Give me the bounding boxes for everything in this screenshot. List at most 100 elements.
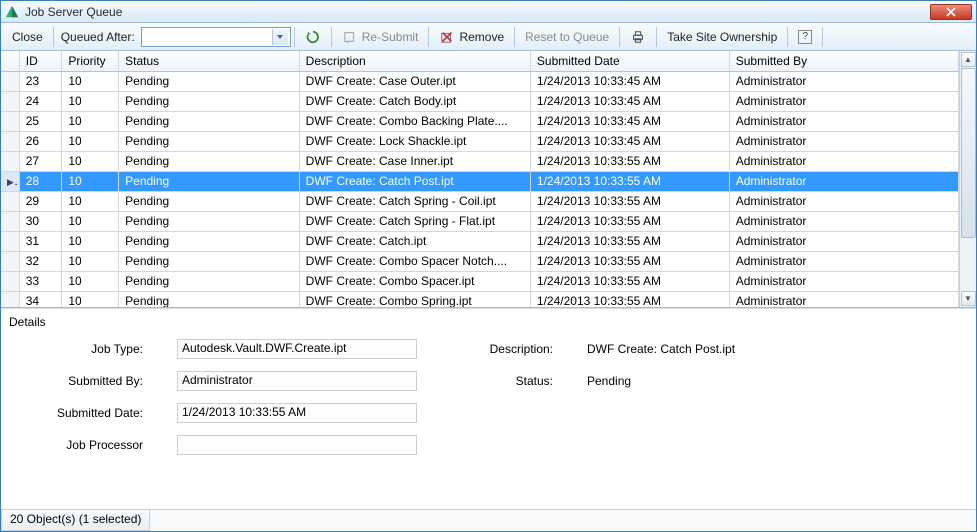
print-button[interactable] (623, 26, 653, 48)
row-indicator (1, 71, 19, 91)
job-processor-label: Job Processor (17, 438, 147, 452)
cell-id: 27 (19, 151, 62, 171)
refresh-button[interactable] (298, 26, 328, 48)
col-submitted-by[interactable]: Submitted By (729, 51, 958, 71)
cell-by: Administrator (729, 271, 958, 291)
scroll-thumb[interactable] (961, 68, 976, 238)
cell-priority: 10 (62, 111, 119, 131)
cell-by: Administrator (729, 131, 958, 151)
table-row[interactable]: 2310PendingDWF Create: Case Outer.ipt1/2… (1, 71, 959, 91)
take-ownership-label: Take Site Ownership (667, 30, 777, 44)
cell-id: 31 (19, 231, 62, 251)
titlebar: Job Server Queue (1, 1, 976, 23)
separator (619, 27, 620, 47)
cell-priority: 10 (62, 271, 119, 291)
details-heading: Details (9, 315, 968, 329)
cell-by: Administrator (729, 171, 958, 191)
cell-by: Administrator (729, 231, 958, 251)
row-indicator (1, 271, 19, 291)
window-title: Job Server Queue (25, 5, 122, 19)
cell-desc: DWF Create: Catch Body.ipt (299, 91, 530, 111)
status-value: Pending (587, 374, 847, 388)
remove-icon (439, 29, 455, 45)
details-panel: Details Job Type: Autodesk.Vault.DWF.Cre… (1, 308, 976, 509)
table-row[interactable]: 2910PendingDWF Create: Catch Spring - Co… (1, 191, 959, 211)
queued-after-dropdown[interactable] (141, 27, 291, 47)
cell-desc: DWF Create: Combo Spring.ipt (299, 291, 530, 307)
table-row[interactable]: 2410PendingDWF Create: Catch Body.ipt1/2… (1, 91, 959, 111)
separator (787, 27, 788, 47)
table-row[interactable]: 3210PendingDWF Create: Combo Spacer Notc… (1, 251, 959, 271)
table-row[interactable]: 2610PendingDWF Create: Lock Shackle.ipt1… (1, 131, 959, 151)
cell-date: 1/24/2013 10:33:45 AM (530, 111, 729, 131)
cell-date: 1/24/2013 10:33:45 AM (530, 131, 729, 151)
cell-priority: 10 (62, 191, 119, 211)
scroll-track[interactable] (961, 68, 976, 290)
table-row[interactable]: 3110PendingDWF Create: Catch.ipt1/24/201… (1, 231, 959, 251)
remove-button[interactable]: Remove (432, 26, 511, 48)
job-type-label: Job Type: (17, 342, 147, 356)
cell-status: Pending (119, 211, 300, 231)
table-row[interactable]: 2710PendingDWF Create: Case Inner.ipt1/2… (1, 151, 959, 171)
cell-status: Pending (119, 151, 300, 171)
cell-id: 24 (19, 91, 62, 111)
cell-by: Administrator (729, 91, 958, 111)
submitted-by-value: Administrator (177, 371, 417, 391)
cell-status: Pending (119, 111, 300, 131)
separator (294, 27, 295, 47)
header-row: ID Priority Status Description Submitted… (1, 51, 959, 71)
col-id[interactable]: ID (19, 51, 62, 71)
cell-id: 29 (19, 191, 62, 211)
close-button[interactable]: Close (5, 26, 50, 48)
chevron-down-icon (272, 29, 288, 45)
table-row[interactable]: 3010PendingDWF Create: Catch Spring - Fl… (1, 211, 959, 231)
cell-priority: 10 (62, 131, 119, 151)
scroll-down-icon[interactable]: ▼ (961, 291, 976, 306)
close-label: Close (12, 30, 43, 44)
cell-status: Pending (119, 251, 300, 271)
queued-after-label: Queued After: (57, 30, 139, 44)
cell-id: 28 (19, 171, 62, 191)
cell-priority: 10 (62, 291, 119, 307)
cell-desc: DWF Create: Combo Spacer Notch.... (299, 251, 530, 271)
reset-label: Reset to Queue (525, 30, 609, 44)
remove-label: Remove (459, 30, 504, 44)
row-indicator (1, 231, 19, 251)
row-indicator (1, 111, 19, 131)
cell-status: Pending (119, 291, 300, 307)
col-status[interactable]: Status (119, 51, 300, 71)
cell-desc: DWF Create: Lock Shackle.ipt (299, 131, 530, 151)
scroll-up-icon[interactable]: ▲ (961, 52, 976, 67)
row-header-col (1, 51, 19, 71)
cell-id: 30 (19, 211, 62, 231)
cell-desc: DWF Create: Combo Spacer.ipt (299, 271, 530, 291)
separator (514, 27, 515, 47)
job-grid[interactable]: ID Priority Status Description Submitted… (1, 51, 959, 307)
status-text: 20 Object(s) (1 selected) (1, 510, 150, 531)
table-row[interactable]: 2810PendingDWF Create: Catch Post.ipt1/2… (1, 171, 959, 191)
col-description[interactable]: Description (299, 51, 530, 71)
separator (428, 27, 429, 47)
vertical-scrollbar[interactable]: ▲ ▼ (959, 51, 976, 307)
table-row[interactable]: 2510PendingDWF Create: Combo Backing Pla… (1, 111, 959, 131)
row-indicator (1, 291, 19, 307)
description-value: DWF Create: Catch Post.ipt (587, 342, 847, 356)
cell-desc: DWF Create: Case Outer.ipt (299, 71, 530, 91)
close-window-button[interactable] (930, 4, 972, 20)
reset-button[interactable]: Reset to Queue (518, 26, 616, 48)
cell-by: Administrator (729, 251, 958, 271)
cell-status: Pending (119, 91, 300, 111)
help-icon: ? (798, 30, 812, 44)
col-submitted-date[interactable]: Submitted Date (530, 51, 729, 71)
col-priority[interactable]: Priority (62, 51, 119, 71)
resubmit-button[interactable]: Re-Submit (335, 26, 426, 48)
take-ownership-button[interactable]: Take Site Ownership (660, 26, 784, 48)
help-button[interactable]: ? (791, 26, 819, 48)
statusbar: 20 Object(s) (1 selected) (1, 509, 976, 531)
cell-desc: DWF Create: Catch Post.ipt (299, 171, 530, 191)
table-row[interactable]: 3310PendingDWF Create: Combo Spacer.ipt1… (1, 271, 959, 291)
cell-desc: DWF Create: Catch Spring - Flat.ipt (299, 211, 530, 231)
separator (656, 27, 657, 47)
table-row[interactable]: 3410PendingDWF Create: Combo Spring.ipt1… (1, 291, 959, 307)
job-processor-value (177, 435, 417, 455)
